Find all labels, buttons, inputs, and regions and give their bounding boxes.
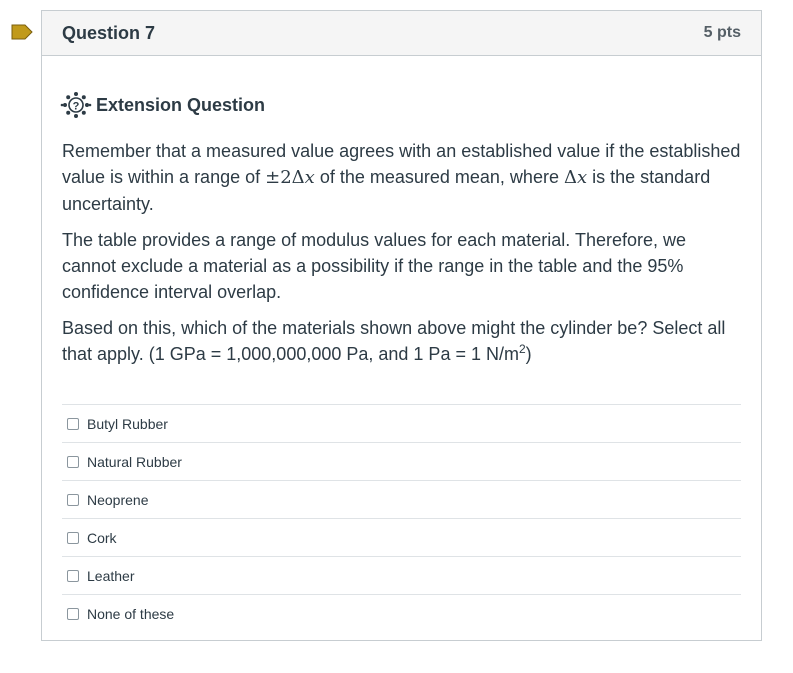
answer-label[interactable]: Cork — [87, 530, 117, 546]
answer-option-cork[interactable]: Cork — [62, 519, 741, 557]
answer-label[interactable]: None of these — [87, 606, 174, 622]
answer-option-butyl-rubber[interactable]: Butyl Rubber — [62, 405, 741, 443]
answer-checkbox[interactable] — [67, 493, 79, 506]
question-card: Question 7 5 pts ? Extension Question Re… — [41, 10, 762, 641]
extension-heading: ? Extension Question — [60, 90, 741, 120]
paragraph-agreement: Remember that a measured value agrees wi… — [62, 141, 741, 214]
answer-label[interactable]: Butyl Rubber — [87, 416, 168, 432]
question-points: 5 pts — [703, 24, 741, 41]
answer-checkbox[interactable] — [67, 455, 79, 468]
extension-heading-text: Extension Question — [96, 94, 266, 115]
answer-label[interactable]: Natural Rubber — [87, 454, 182, 470]
paragraph-prompt: Based on this, which of the materials sh… — [62, 318, 726, 364]
svg-text:?: ? — [73, 101, 80, 113]
question-body: ? Extension Question Remember that a mea… — [42, 56, 761, 633]
question-header: Question 7 5 pts — [42, 11, 761, 56]
paragraph-table-range: The table provides a range of modulus va… — [62, 230, 687, 302]
gear-question-icon: ? — [60, 92, 92, 118]
answer-option-none[interactable]: None of these — [62, 595, 741, 633]
question-flag-icon[interactable] — [11, 24, 33, 40]
answer-option-leather[interactable]: Leather — [62, 557, 741, 595]
answer-label[interactable]: Leather — [87, 568, 134, 584]
answer-checkbox[interactable] — [67, 569, 79, 582]
question-title: Question 7 — [62, 22, 156, 43]
answer-option-neoprene[interactable]: Neoprene — [62, 481, 741, 519]
answer-checkbox[interactable] — [67, 608, 79, 620]
answer-list: Butyl Rubber Natural Rubber Neoprene Cor… — [62, 404, 741, 633]
answer-checkbox[interactable] — [67, 531, 79, 544]
answer-checkbox[interactable] — [67, 417, 79, 430]
answer-label[interactable]: Neoprene — [87, 492, 149, 508]
answer-option-natural-rubber[interactable]: Natural Rubber — [62, 443, 741, 481]
